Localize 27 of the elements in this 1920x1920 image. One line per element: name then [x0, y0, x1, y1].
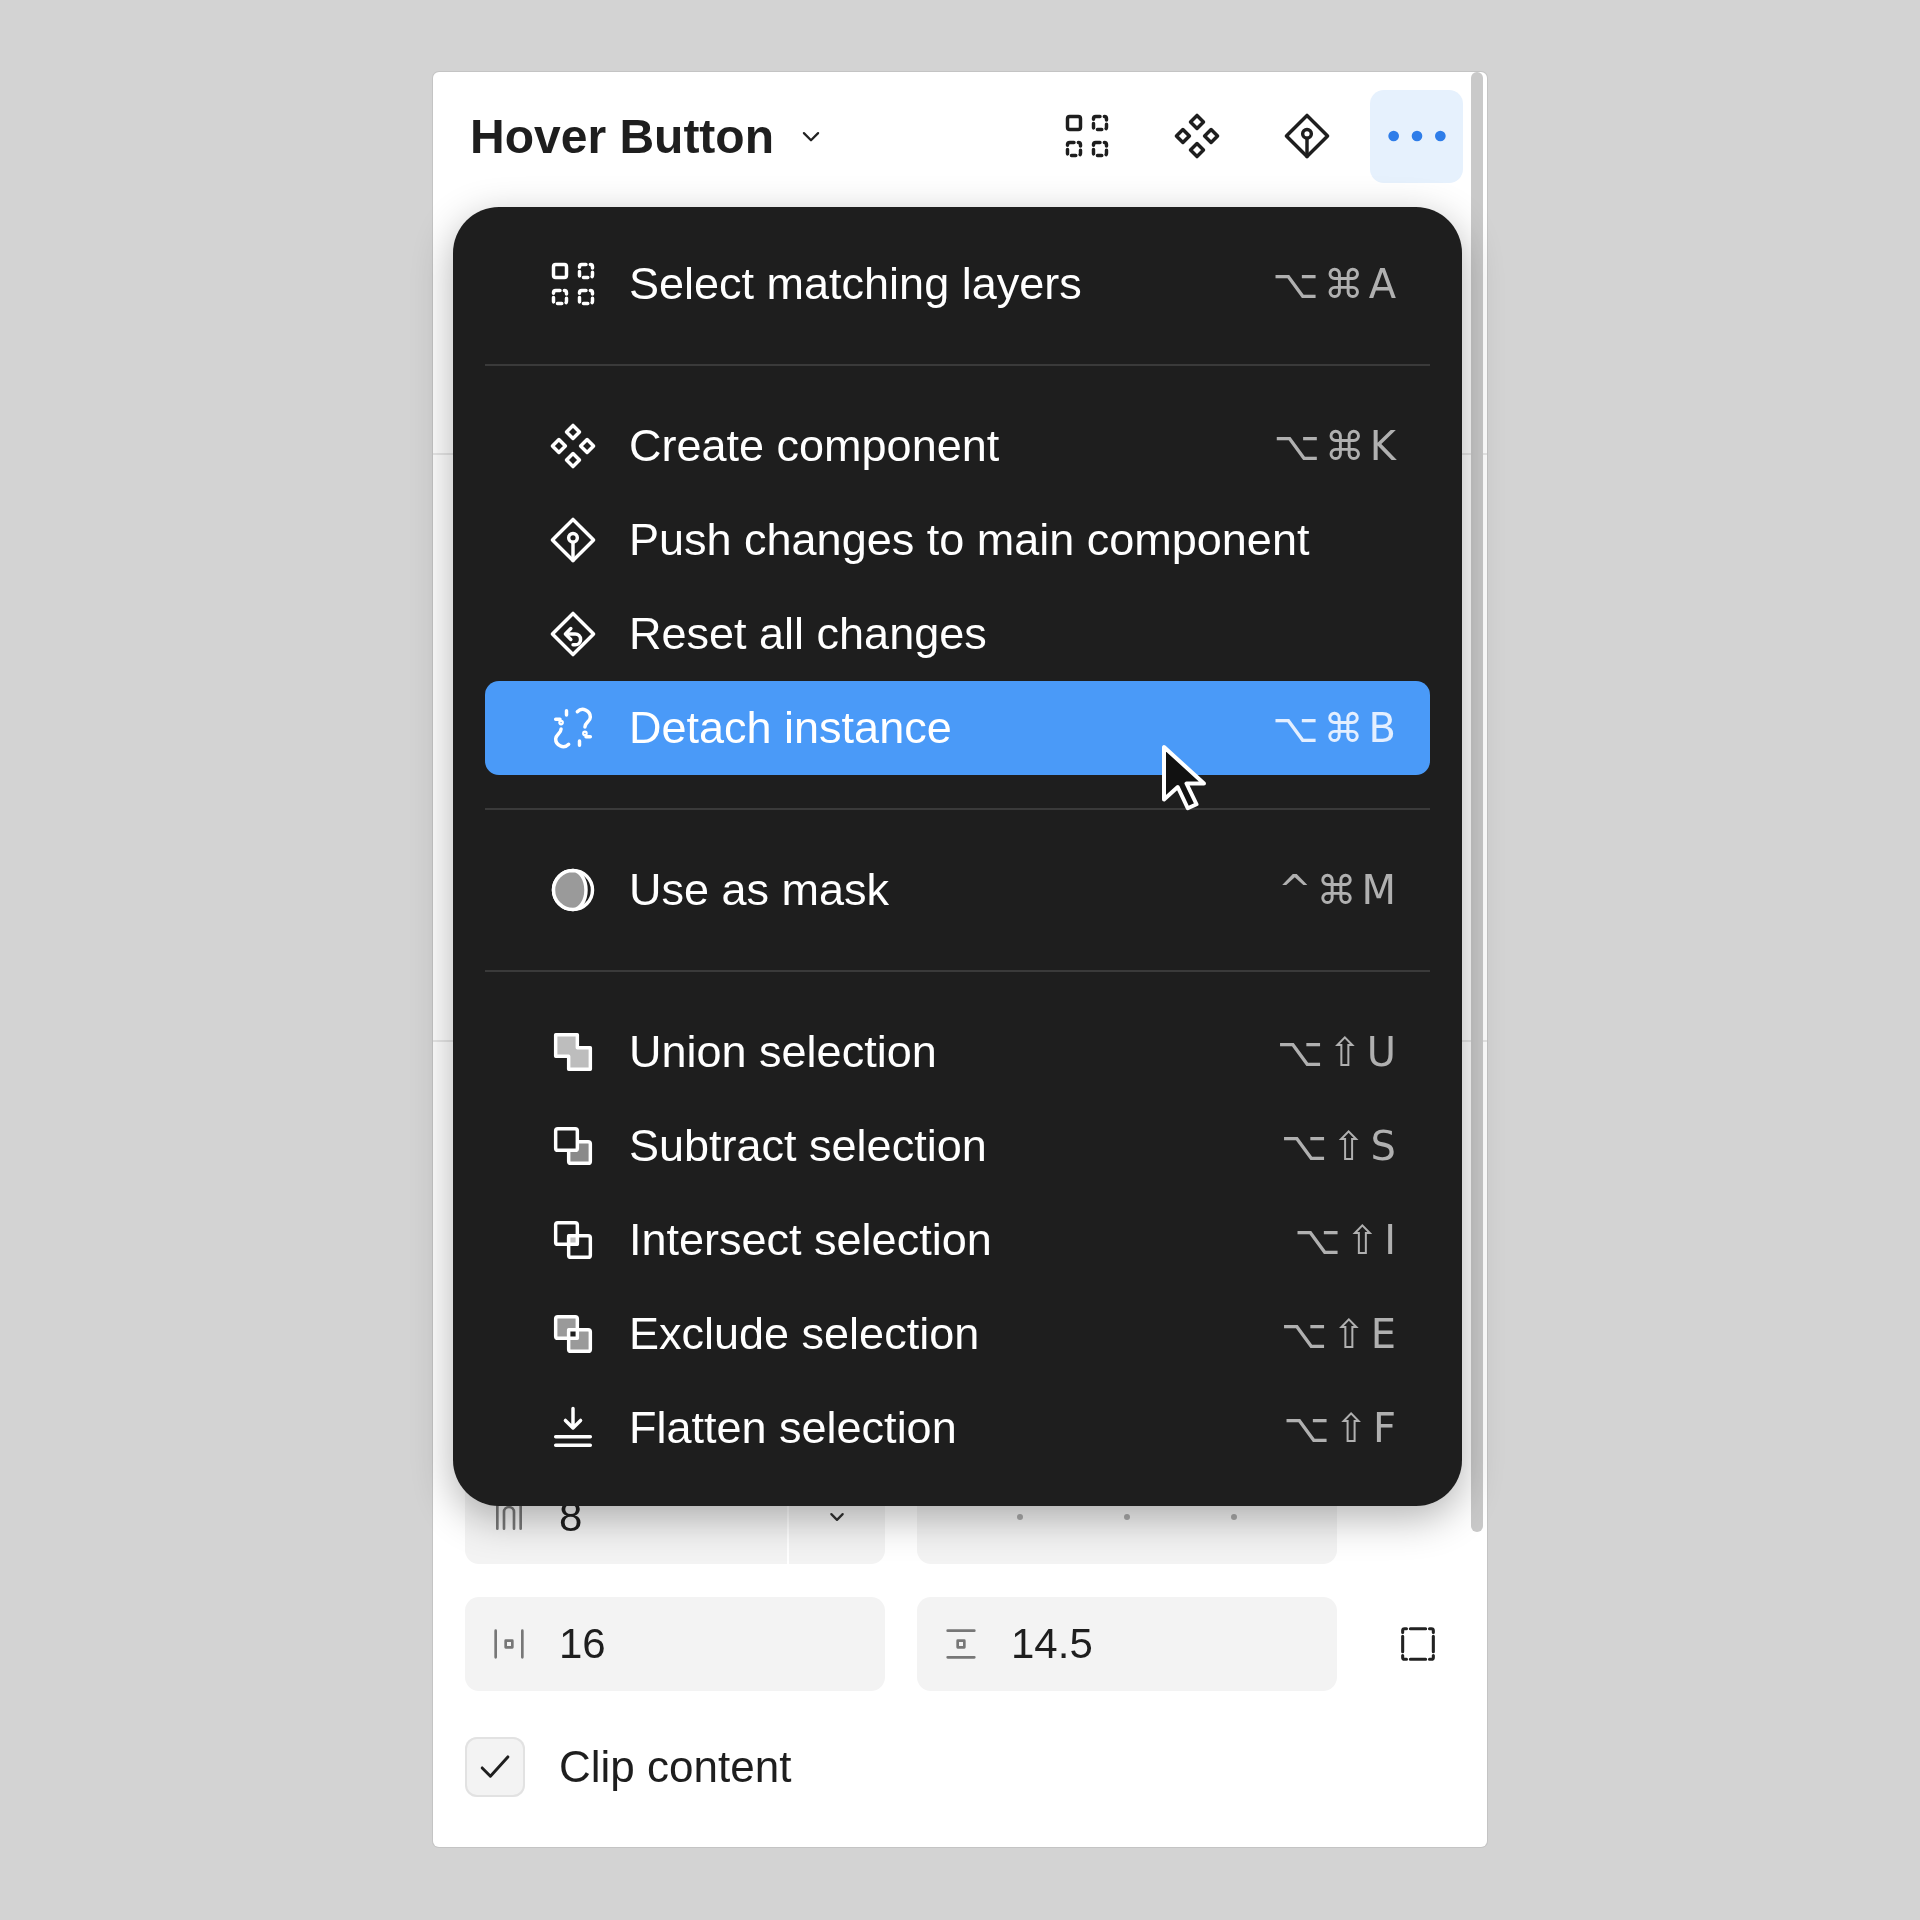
layer-title[interactable]: Hover Button — [465, 108, 774, 164]
scrollbar[interactable] — [1471, 72, 1483, 1532]
vertical-padding-field[interactable]: 14.5 — [917, 1597, 1337, 1691]
checkbox-label[interactable]: Clip content — [559, 1742, 792, 1792]
shortcut: ⌥⌘K — [1273, 423, 1401, 469]
menu-item[interactable]: Use as mask ^⌘M — [485, 843, 1430, 937]
shortcut: ^⌘M — [1277, 867, 1401, 913]
more-button[interactable] — [1370, 89, 1463, 183]
shortcut: ⌥⇧E — [1281, 1311, 1401, 1357]
menu-item[interactable]: Push changes to main component — [485, 493, 1430, 587]
menu-item[interactable]: Intersect selection ⌥⇧I — [485, 1193, 1430, 1287]
menu-item[interactable]: Exclude selection ⌥⇧E — [485, 1287, 1430, 1381]
menu-item[interactable]: Select matching layers ⌥⌘A — [485, 237, 1430, 331]
shortcut: ⌥⌘A — [1272, 261, 1401, 307]
shortcut: ⌥⇧I — [1294, 1217, 1401, 1263]
menu-item[interactable]: Union selection ⌥⇧U — [485, 1005, 1430, 1099]
menu-item[interactable]: Subtract selection ⌥⇧S — [485, 1099, 1430, 1193]
shortcut: ⌥⇧F — [1283, 1405, 1401, 1451]
shortcut: ⌥⇧U — [1277, 1029, 1401, 1075]
more-icon — [1386, 129, 1447, 143]
menu-item[interactable]: Reset all changes — [485, 587, 1430, 681]
shortcut: ⌥⇧S — [1281, 1123, 1401, 1169]
menu-item[interactable]: Create component ⌥⌘K — [485, 399, 1430, 493]
shortcut: ⌥⌘B — [1272, 705, 1401, 751]
horizontal-padding-field[interactable]: 16 — [465, 1597, 885, 1691]
checkbox[interactable] — [465, 1737, 525, 1797]
cursor-icon — [1159, 742, 1209, 812]
